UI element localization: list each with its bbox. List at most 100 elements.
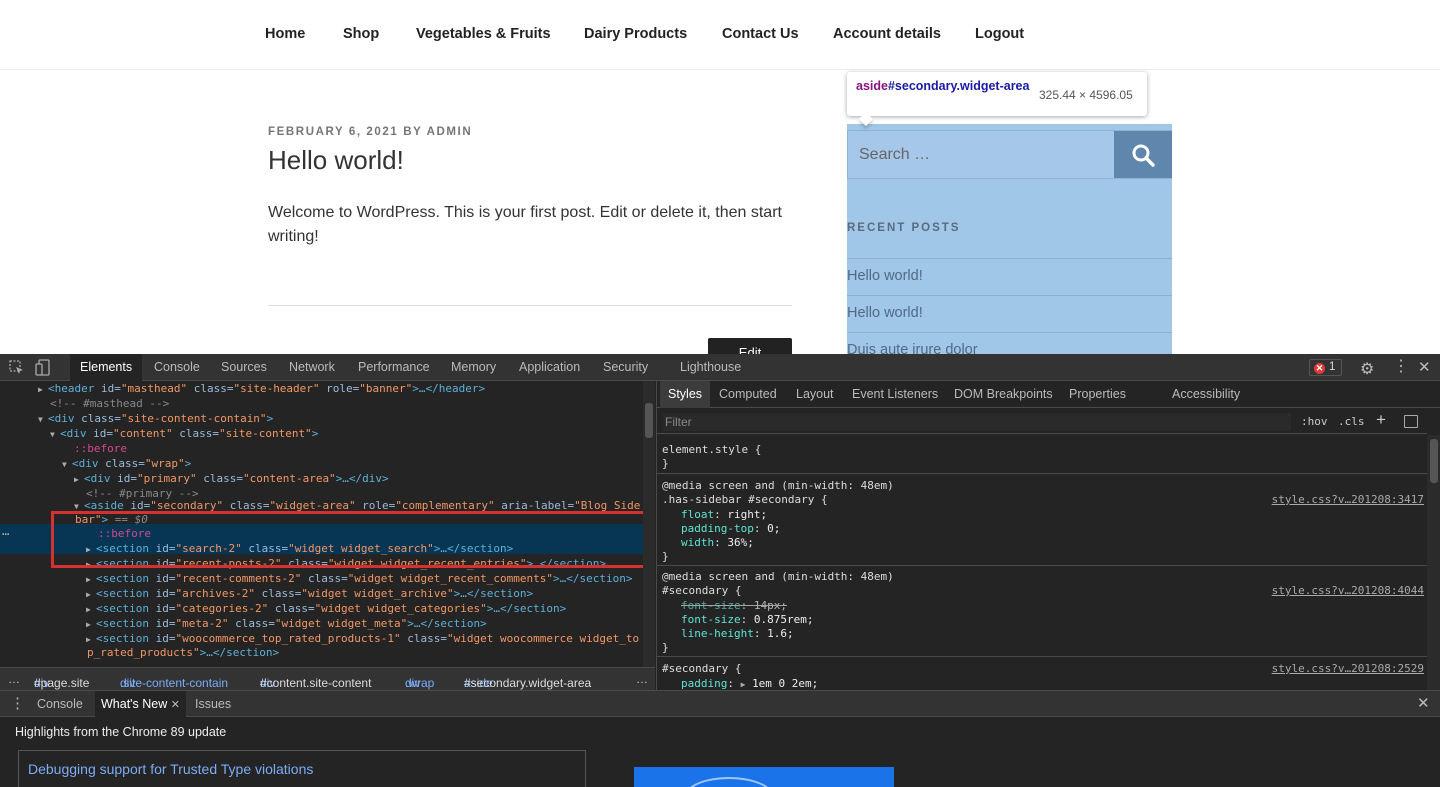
tab-computed[interactable]: Computed bbox=[719, 381, 777, 408]
tab-elements[interactable]: Elements bbox=[70, 354, 143, 381]
dom-node[interactable]: ▶ <section id="archives-2" class="widget … bbox=[86, 586, 533, 601]
new-rule-icon[interactable]: + bbox=[1376, 410, 1386, 430]
class-toggle[interactable]: .cls bbox=[1338, 415, 1365, 428]
style-rules: element.style { } @media screen and (min… bbox=[657, 435, 1427, 690]
expand-triangle-icon: ▶ bbox=[86, 575, 91, 584]
nav-dairy-products[interactable]: Dairy Products bbox=[584, 26, 687, 42]
whats-new-illustration bbox=[634, 767, 894, 787]
post-title[interactable]: Hello world! bbox=[268, 145, 404, 176]
website-viewport: Home Shop Vegetables & Fruits Dairy Prod… bbox=[0, 0, 1440, 354]
devtools-panel: Elements Console Sources Network Perform… bbox=[0, 354, 1440, 787]
tab-network[interactable]: Network bbox=[289, 354, 335, 381]
dom-node-cont[interactable]: p_rated_products">…</section> bbox=[87, 645, 279, 660]
nav-account-details[interactable]: Account details bbox=[833, 26, 941, 42]
scrollbar-thumb[interactable] bbox=[645, 403, 653, 438]
inspect-element-icon[interactable] bbox=[9, 360, 25, 379]
search-submit-button[interactable] bbox=[1114, 131, 1172, 178]
recent-post-link[interactable]: Hello world! bbox=[847, 268, 923, 284]
devtools-tabbar: Elements Console Sources Network Perform… bbox=[0, 354, 1440, 381]
dom-scrollbar[interactable] bbox=[643, 381, 655, 667]
rule-source-link[interactable]: style.css?v…201208:4044 bbox=[1272, 584, 1424, 598]
error-count-badge[interactable]: ✕ 1 bbox=[1309, 359, 1342, 376]
recent-post-link[interactable]: Hello world! bbox=[847, 305, 923, 321]
post-date[interactable]: FEBRUARY 6, 2021 bbox=[268, 126, 398, 138]
divider bbox=[657, 565, 1427, 566]
css-declaration[interactable]: padding-top: 0; bbox=[681, 522, 780, 536]
styles-scrollbar[interactable] bbox=[1427, 435, 1440, 690]
divider bbox=[847, 258, 1172, 259]
whats-new-link[interactable]: Debugging support for Trusted Type viola… bbox=[28, 761, 313, 777]
post-body: Welcome to WordPress. This is your first… bbox=[268, 204, 782, 245]
dom-node[interactable]: ▶ <section id="recent-comments-2" class="… bbox=[86, 571, 632, 586]
rule-selector[interactable]: .has-sidebar #secondary { bbox=[662, 493, 828, 507]
rule-source-link[interactable]: style.css?v…201208:2529 bbox=[1272, 662, 1424, 676]
drawer-tab-console[interactable]: Console bbox=[37, 691, 83, 717]
post-author[interactable]: ADMIN bbox=[427, 126, 473, 138]
dom-node[interactable]: ▶ <div id="primary" class="content-area">… bbox=[74, 471, 389, 486]
close-drawer-icon[interactable]: ✕ bbox=[1417, 694, 1430, 712]
css-declaration[interactable]: font-size: 0.875rem; bbox=[681, 613, 813, 627]
rule-source-link[interactable]: style.css?v…201208:3417 bbox=[1272, 493, 1424, 507]
dom-node[interactable]: ▼ <div class="wrap"> bbox=[62, 456, 191, 471]
tab-dom-breakpoints[interactable]: DOM Breakpoints bbox=[954, 381, 1053, 408]
css-declaration[interactable]: width: 36%; bbox=[681, 536, 754, 550]
drawer-tab-whats-new[interactable]: What's New ✕ bbox=[95, 691, 186, 717]
nav-shop[interactable]: Shop bbox=[343, 26, 379, 42]
drawer-menu-icon[interactable]: ⋮ bbox=[10, 694, 25, 712]
recent-post-link[interactable]: Duis aute irure dolor bbox=[847, 342, 978, 354]
dom-node[interactable]: ▼ <div id="content" class="site-content"> bbox=[50, 426, 318, 441]
dom-node[interactable]: ▶ <header id="masthead" class="site-heade… bbox=[38, 381, 485, 396]
css-declaration[interactable]: float: right; bbox=[681, 508, 767, 522]
device-toolbar-icon[interactable] bbox=[35, 359, 51, 379]
styles-filter-input[interactable]: Filter bbox=[663, 413, 1291, 431]
hover-state-toggle[interactable]: :hov bbox=[1301, 415, 1328, 428]
rule-selector[interactable]: element.style { bbox=[662, 443, 761, 457]
breadcrumb-ellipsis[interactable]: … bbox=[8, 672, 20, 686]
whats-new-card: Debugging support for Trusted Type viola… bbox=[18, 750, 586, 787]
tab-security[interactable]: Security bbox=[603, 354, 648, 381]
nav-logout[interactable]: Logout bbox=[975, 26, 1024, 42]
edit-post-button[interactable]: Edit bbox=[708, 338, 792, 354]
nav-contact-us[interactable]: Contact Us bbox=[722, 26, 799, 42]
recent-posts-title: RECENT POSTS bbox=[847, 222, 961, 234]
tab-sources[interactable]: Sources bbox=[221, 354, 267, 381]
tab-memory[interactable]: Memory bbox=[451, 354, 496, 381]
rule-selector[interactable]: #secondary { bbox=[662, 662, 741, 676]
rule-close: } bbox=[662, 550, 669, 563]
dom-comment[interactable]: <!-- #masthead --> bbox=[50, 396, 169, 411]
tab-styles[interactable]: Styles bbox=[660, 381, 711, 408]
tab-console[interactable]: Console bbox=[154, 354, 200, 381]
rule-selector[interactable]: #secondary { bbox=[662, 584, 741, 598]
dom-node[interactable]: ▶ <section id="woocommerce_top_rated_prod… bbox=[86, 631, 639, 646]
search-input[interactable]: Search … bbox=[859, 146, 930, 164]
css-declaration[interactable]: line-height: 1.6; bbox=[681, 627, 794, 641]
tab-accessibility[interactable]: Accessibility bbox=[1172, 381, 1240, 408]
tab-event-listeners[interactable]: Event Listeners bbox=[852, 381, 938, 408]
expand-triangle-icon: ▶ bbox=[86, 590, 91, 599]
tab-performance[interactable]: Performance bbox=[358, 354, 430, 381]
breadcrumb-ellipsis[interactable]: … bbox=[636, 672, 648, 686]
css-declaration[interactable]: padding: ▶ 1em 0 2em; bbox=[681, 677, 818, 690]
divider bbox=[847, 295, 1172, 296]
scrollbar-thumb[interactable] bbox=[1430, 439, 1438, 483]
tab-lighthouse[interactable]: Lighthouse bbox=[680, 354, 741, 381]
toggle-sidebar-icon[interactable] bbox=[1404, 415, 1418, 428]
tab-layout[interactable]: Layout bbox=[796, 381, 834, 408]
close-tab-icon: ✕ bbox=[170, 699, 180, 711]
tab-properties[interactable]: Properties bbox=[1069, 381, 1126, 408]
node-actions-ellipsis[interactable]: ⋯ bbox=[2, 527, 9, 541]
settings-gear-icon[interactable]: ⚙ bbox=[1360, 359, 1374, 379]
rule-media: @media screen and (min-width: 48em) bbox=[662, 570, 894, 583]
dom-pseudo[interactable]: ::before bbox=[74, 441, 127, 456]
drawer-tab-issues[interactable]: Issues bbox=[195, 691, 231, 717]
css-declaration-overridden[interactable]: font-size: 14px; bbox=[681, 599, 787, 613]
close-devtools-icon[interactable]: ✕ bbox=[1418, 358, 1431, 376]
dom-node[interactable]: ▼ <div class="site-content-contain"> bbox=[38, 411, 273, 426]
dom-node[interactable]: ▶ <section id="meta-2" class="widget widg… bbox=[86, 616, 487, 631]
dom-node[interactable]: ▶ <section id="categories-2" class="widge… bbox=[86, 601, 566, 616]
annotation-red-box bbox=[51, 511, 649, 568]
nav-vegetables-fruits[interactable]: Vegetables & Fruits bbox=[416, 26, 551, 42]
tab-application[interactable]: Application bbox=[519, 354, 580, 381]
nav-home[interactable]: Home bbox=[265, 26, 305, 42]
more-options-icon[interactable]: ⋮ bbox=[1393, 358, 1409, 376]
